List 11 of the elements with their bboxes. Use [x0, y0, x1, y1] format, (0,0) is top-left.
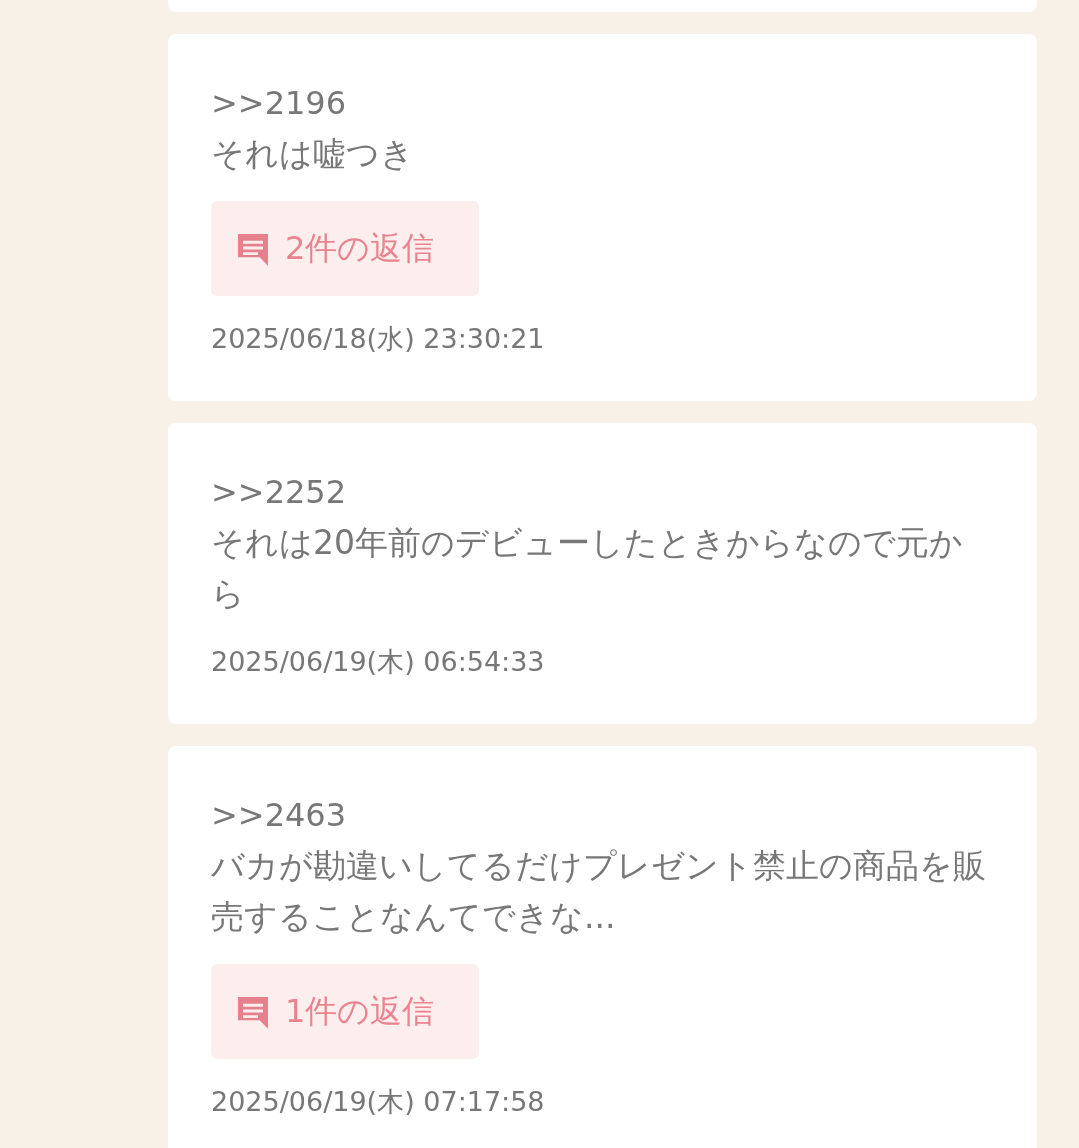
- post-text: それは20年前のデビューしたときからなので元から: [211, 522, 964, 615]
- timestamp: 2025/06/19(木) 06:54:33: [211, 645, 546, 679]
- post-text: それは嘘つき: [211, 133, 415, 175]
- timestamp: 2025/06/18(水) 23:30:21: [211, 322, 546, 356]
- replies-button[interactable]: 1件の返信: [211, 964, 479, 1059]
- timestamp: 2025/06/19(木) 07:17:58: [211, 1085, 546, 1119]
- post-text: バカが勘違いしてるだけプレゼント禁止の商品を販売することなんてできな...: [211, 845, 987, 938]
- reply-reference[interactable]: >>2463: [211, 790, 994, 840]
- replies-button[interactable]: 2件の返信: [211, 201, 479, 296]
- reply-reference[interactable]: >>2196: [211, 78, 994, 128]
- reply-reference[interactable]: >>2252: [211, 467, 994, 517]
